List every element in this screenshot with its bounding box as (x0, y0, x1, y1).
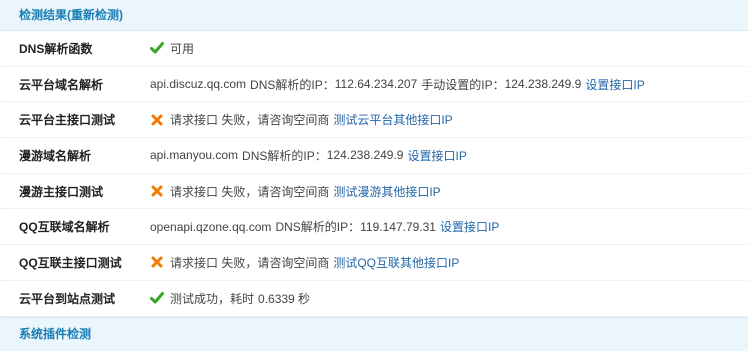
row-label: QQ互联主接口测试 (19, 255, 122, 270)
domain-text: api.manyou.com (150, 148, 239, 163)
row-value: 测试成功，耗时 0.6339 秒 (150, 290, 310, 307)
cross-icon (150, 255, 164, 269)
domain-text: api.discuz.qq.com (150, 77, 247, 92)
check-icon (150, 41, 164, 55)
check-icon (150, 291, 164, 305)
row-value: api.manyou.com DNS解析的IP： 124.238.249.9 设… (150, 147, 467, 164)
results-section-header[interactable]: 检测结果(重新检测) (0, 0, 748, 31)
status-text: 测试成功，耗时 (170, 291, 255, 306)
elapsed-time: 0.6339 秒 (258, 291, 311, 306)
row-value: api.discuz.qq.com DNS解析的IP： 112.64.234.2… (150, 76, 645, 93)
row-qq-connect-domain: QQ互联域名解析 openapi.qzone.qq.com DNS解析的IP： … (0, 209, 748, 246)
dns-ip-value: 119.147.79.31 (360, 219, 436, 234)
dns-ip-label: DNS解析的IP： (242, 148, 327, 163)
cross-icon (150, 113, 164, 127)
row-label: 云平台到站点测试 (19, 291, 116, 306)
row-cloud-domain: 云平台域名解析 api.discuz.qq.com DNS解析的IP： 112.… (0, 67, 748, 103)
row-label: 漫游主接口测试 (19, 184, 104, 199)
cloud-diagnostics-panel: 检测结果(重新检测) DNS解析函数 可用 云平台域名解析 api.discuz… (0, 0, 748, 351)
row-value: 请求接口 失败，请咨询空间商 测试云平台其他接口IP (150, 111, 453, 128)
test-other-ip-link[interactable]: 测试云平台其他接口IP (333, 111, 452, 128)
status-text: 请求接口 失败，请咨询空间商 (170, 184, 330, 199)
row-label: 云平台主接口测试 (19, 113, 116, 128)
row-manyou-main-interface: 漫游主接口测试 请求接口 失败，请咨询空间商 测试漫游其他接口IP (0, 174, 748, 210)
row-value: 可用 (150, 40, 194, 57)
plugins-section-header[interactable]: 系统插件检测 (0, 317, 748, 351)
row-label: QQ互联域名解析 (19, 220, 110, 235)
status-text: 可用 (170, 41, 195, 56)
row-value: 请求接口 失败，请咨询空间商 测试漫游其他接口IP (150, 183, 441, 200)
row-cloud-to-site: 云平台到站点测试 测试成功，耗时 0.6339 秒 (0, 281, 748, 317)
row-label: DNS解析函数 (19, 41, 93, 56)
row-label: 云平台域名解析 (19, 77, 104, 92)
row-cloud-main-interface: 云平台主接口测试 请求接口 失败，请咨询空间商 测试云平台其他接口IP (0, 102, 748, 139)
test-other-ip-link[interactable]: 测试漫游其他接口IP (333, 183, 440, 200)
row-label: 漫游域名解析 (19, 148, 92, 163)
dns-ip-value: 112.64.234.207 (334, 77, 418, 92)
dns-ip-label: DNS解析的IP： (250, 77, 335, 92)
set-interface-ip-link[interactable]: 设置接口IP (585, 76, 644, 93)
dns-ip-label: DNS解析的IP： (275, 220, 361, 235)
dns-ip-value: 124.238.249.9 (326, 148, 404, 163)
set-interface-ip-link[interactable]: 设置接口IP (440, 218, 499, 235)
test-other-ip-link[interactable]: 测试QQ互联其他接口IP (333, 254, 459, 271)
manual-ip-value: 124.238.249.9 (504, 77, 582, 92)
row-manyou-domain: 漫游域名解析 api.manyou.com DNS解析的IP： 124.238.… (0, 138, 748, 174)
status-text: 请求接口 失败，请咨询空间商 (170, 113, 330, 128)
row-value: 请求接口 失败，请咨询空间商 测试QQ互联其他接口IP (150, 254, 459, 271)
cross-icon (150, 184, 164, 198)
status-text: 请求接口 失败，请咨询空间商 (170, 255, 330, 270)
domain-text: openapi.qzone.qq.com (150, 219, 272, 234)
row-value: openapi.qzone.qq.com DNS解析的IP： 119.147.7… (150, 218, 499, 235)
manual-ip-label: 手动设置的IP： (421, 77, 505, 92)
row-qq-connect-main-interface: QQ互联主接口测试 请求接口 失败，请咨询空间商 测试QQ互联其他接口IP (0, 245, 748, 281)
row-dns-function: DNS解析函数 可用 (0, 31, 748, 67)
set-interface-ip-link[interactable]: 设置接口IP (407, 147, 466, 164)
